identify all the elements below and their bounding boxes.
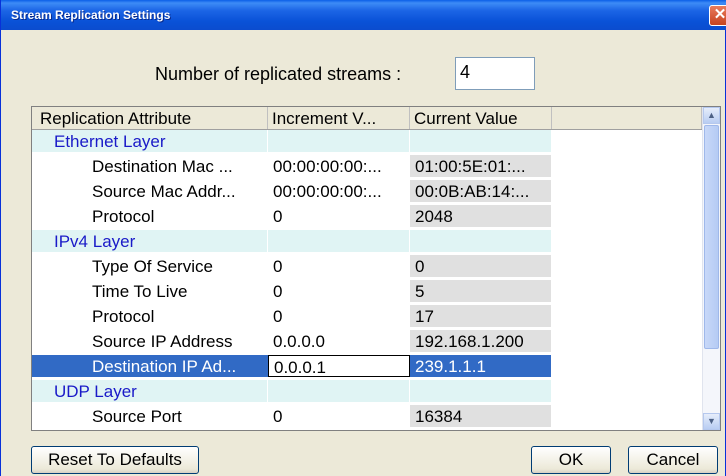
increment-value-cell[interactable]: 00:00:00:00:...: [268, 155, 410, 177]
table-row[interactable]: Source IP Address 0.0.0.0 192.168.1.200: [32, 330, 702, 353]
num-streams-input[interactable]: 4: [455, 57, 535, 90]
attribute-name: Protocol: [32, 305, 268, 327]
filler-cell: [552, 155, 702, 177]
current-value-cell: 00:0B:AB:14:...: [410, 180, 552, 202]
arrow-up-icon[interactable]: ▲: [703, 107, 720, 124]
grid-group-row[interactable]: IPv4 Layer: [32, 230, 702, 253]
table-row[interactable]: Type Of Service 0 0: [32, 255, 702, 278]
window-title: Stream Replication Settings: [11, 8, 171, 22]
group-label: IPv4 Layer: [32, 230, 268, 252]
filler-cell: [552, 405, 702, 427]
increment-value-cell[interactable]: 0.0.0.0: [268, 330, 410, 352]
current-value-cell: [410, 130, 552, 152]
increment-value-cell[interactable]: 0: [268, 305, 410, 327]
table-row[interactable]: Destination IP Ad... 0.0.0.1 239.1.1.1: [32, 355, 702, 378]
increment-value-cell[interactable]: 0: [268, 255, 410, 277]
filler-cell: [552, 355, 702, 377]
arrow-down-icon[interactable]: ▼: [703, 413, 720, 430]
attribute-name: Source IP Address: [32, 330, 268, 352]
filler-cell: [552, 280, 702, 302]
attribute-name: Destination Mac ...: [32, 155, 268, 177]
table-row[interactable]: Source Mac Addr... 00:00:00:00:... 00:0B:A…: [32, 180, 702, 203]
column-header-increment[interactable]: Increment V...: [268, 107, 410, 129]
table-row[interactable]: Protocol 0 2048: [32, 205, 702, 228]
num-streams-label: Number of replicated streams :: [155, 64, 402, 84]
group-label: Ethernet Layer: [32, 130, 268, 152]
filler-cell: [552, 230, 702, 252]
increment-value-cell: [268, 130, 410, 152]
filler-cell: [552, 255, 702, 277]
filler-cell: [552, 205, 702, 227]
reset-defaults-button[interactable]: Reset To Defaults: [31, 446, 199, 474]
filler-cell: [552, 330, 702, 352]
current-value-cell: [410, 380, 552, 402]
increment-value-cell: [268, 230, 410, 252]
increment-value-editor[interactable]: 0.0.0.1: [268, 355, 410, 377]
attribute-name: Source Mac Addr...: [32, 180, 268, 202]
current-value-cell: 01:00:5E:01:...: [410, 155, 552, 177]
ok-button[interactable]: OK: [531, 446, 611, 474]
current-value-cell: [410, 230, 552, 252]
filler-cell: [552, 180, 702, 202]
filler-cell: [552, 380, 702, 402]
increment-value-cell[interactable]: 0: [268, 280, 410, 302]
scrollbar-thumb[interactable]: [704, 125, 719, 349]
increment-value-cell[interactable]: 00:00:00:00:...: [268, 180, 410, 202]
vertical-scrollbar[interactable]: ▲ ▼: [702, 107, 720, 430]
increment-value-cell[interactable]: 0: [268, 405, 410, 427]
table-row[interactable]: Destination Mac ... 00:00:00:00:... 01:00:…: [32, 155, 702, 178]
table-row[interactable]: Protocol 0 17: [32, 305, 702, 328]
close-icon[interactable]: ✕: [709, 5, 726, 26]
group-label: UDP Layer: [32, 380, 268, 402]
attribute-name: Source Port: [32, 405, 268, 427]
title-bar: Stream Replication Settings ✕: [1, 0, 726, 30]
cancel-button[interactable]: Cancel: [628, 446, 718, 474]
grid-group-row[interactable]: UDP Layer: [32, 380, 702, 403]
replication-grid: Replication Attribute Increment V... Cur…: [31, 106, 721, 431]
increment-value-cell: [268, 380, 410, 402]
column-header-attribute[interactable]: Replication Attribute: [32, 107, 268, 129]
current-value-cell: 2048: [410, 205, 552, 227]
current-value-cell: 239.1.1.1: [410, 355, 552, 377]
increment-value-cell[interactable]: 0: [268, 205, 410, 227]
current-value-cell: 0: [410, 255, 552, 277]
current-value-cell: 17: [410, 305, 552, 327]
table-row[interactable]: Source Port 0 16384: [32, 405, 702, 428]
column-header-current[interactable]: Current Value: [410, 107, 552, 129]
attribute-name: Protocol: [32, 205, 268, 227]
current-value-cell: 192.168.1.200: [410, 330, 552, 352]
current-value-cell: 5: [410, 280, 552, 302]
filler-cell: [552, 305, 702, 327]
dialog-window: Stream Replication Settings ✕ Number of …: [0, 0, 726, 476]
grid-group-row[interactable]: Ethernet Layer: [32, 130, 702, 153]
attribute-name: Destination IP Ad...: [32, 355, 268, 377]
attribute-name: Time To Live: [32, 280, 268, 302]
grid-header: Replication Attribute Increment V... Cur…: [32, 107, 702, 130]
current-value-cell: 16384: [410, 405, 552, 427]
table-row[interactable]: Time To Live 0 5: [32, 280, 702, 303]
column-header-filler: [552, 107, 702, 129]
attribute-name: Type Of Service: [32, 255, 268, 277]
filler-cell: [552, 130, 702, 152]
